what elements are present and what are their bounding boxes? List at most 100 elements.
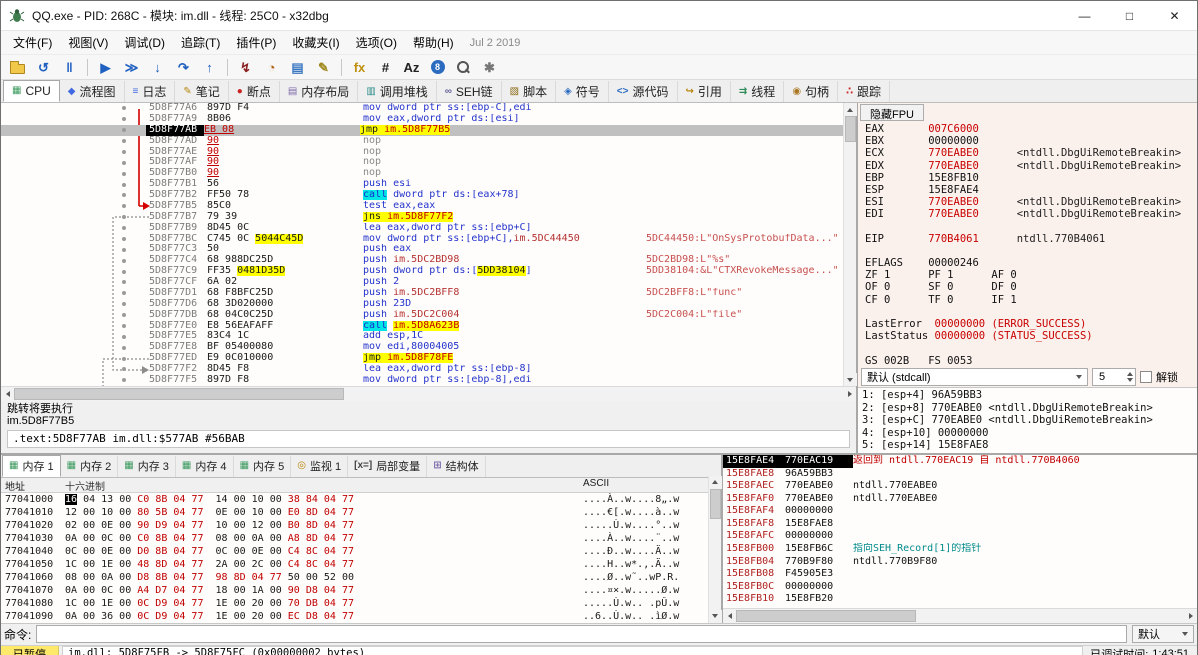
register-row[interactable]: EBP 15E8FB10 xyxy=(865,172,1197,184)
argument-row[interactable]: 4: [esp+10] 00000000 xyxy=(862,427,1193,440)
disassembly-row[interactable]: 5D8F77B1 56 push esi xyxy=(1,179,856,190)
tab-symbols[interactable]: ◈ 符号 xyxy=(556,81,609,102)
breakpoint-dot[interactable] xyxy=(122,302,126,307)
disassembly-horizontal-scrollbar[interactable] xyxy=(1,386,856,401)
stack-row[interactable]: 15E8FAF4 00000000 xyxy=(723,505,1197,518)
disassembly-row[interactable]: 5D8F77AD 90 nop xyxy=(1,136,856,147)
calling-convention-select[interactable]: 默认 (stdcall) xyxy=(861,368,1088,386)
tab-threads[interactable]: ⇉ 线程 xyxy=(731,81,785,102)
scroll-right-button[interactable] xyxy=(843,387,856,401)
trace-into-icon[interactable]: ↯ xyxy=(233,56,258,78)
dump-vertical-scrollbar[interactable] xyxy=(708,475,722,623)
patches-icon[interactable]: fx xyxy=(347,56,372,78)
disassembly-row[interactable]: 5D8F77B7 79 39 jns im.5D8F77F2 xyxy=(1,211,856,223)
disassembly-row[interactable]: 5D8F77C4 68 988DC25D push im.5DC2BD98 5DC2B… xyxy=(1,255,856,266)
hide-fpu-button[interactable]: 隐藏FPU xyxy=(860,104,924,121)
tab-watch-1[interactable]: ◎ 监视 1 xyxy=(291,455,349,477)
scroll-left-button[interactable] xyxy=(1,387,14,401)
unlock-checkbox[interactable] xyxy=(1140,371,1152,383)
register-row[interactable]: EFLAGS 00000246 xyxy=(865,257,1197,269)
tab-cpu[interactable]: ▦ CPU xyxy=(3,80,60,102)
dump-row[interactable]: 77041020 02 00 0E 00 90 D9 04 77 10 00 12… xyxy=(1,519,721,532)
attach-icon[interactable]: 8 xyxy=(425,56,450,78)
tab-memory-4[interactable]: ▦ 内存 4 xyxy=(176,455,234,477)
tab-log[interactable]: ≡ 日志 xyxy=(125,81,176,102)
tab-locals[interactable]: [x=] 局部变量 xyxy=(348,455,428,477)
breakpoint-dot[interactable] xyxy=(122,323,126,328)
register-row[interactable]: OF 0 SF 0 DF 0 xyxy=(865,281,1197,293)
breakpoint-dot[interactable] xyxy=(122,345,126,350)
dump-row[interactable]: 77041050 1C 00 1E 00 48 8D 04 77 2A 00 2C… xyxy=(1,558,721,571)
find-pattern-icon[interactable] xyxy=(451,56,476,78)
breakpoint-dot[interactable] xyxy=(122,106,126,111)
breakpoint-dot[interactable] xyxy=(122,313,126,318)
tab-struct[interactable]: ⊞ 结构体 xyxy=(427,455,486,477)
register-row[interactable]: CF 0 TF 0 IF 1 xyxy=(865,294,1197,306)
register-row[interactable]: ESI 770EABE0 <ntdll.DbgUiRemoteBreakin> xyxy=(865,196,1197,208)
disassembly-row[interactable]: 5D8F77C3 50 push eax xyxy=(1,244,856,255)
menu-item[interactable]: 追踪(T) xyxy=(173,31,228,54)
disassembly-row[interactable]: 5D8F77B5 85C0 test eax,eax xyxy=(1,201,856,212)
tab-memory-5[interactable]: ▦ 内存 5 xyxy=(234,455,292,477)
disassembly-row[interactable]: 5D8F77AE 90 nop xyxy=(1,147,856,158)
breakpoint-dot[interactable] xyxy=(122,128,126,133)
stack-row[interactable]: 15E8FB00 15E8FB6C 指向SEH_Record[1]的指针 xyxy=(723,543,1197,556)
argument-row[interactable]: 5: [esp+14] 15E8FAE8 xyxy=(862,439,1193,452)
spinner-buttons[interactable] xyxy=(1127,372,1133,382)
scroll-thumb[interactable] xyxy=(844,116,856,142)
breakpoint-dot[interactable] xyxy=(122,236,126,241)
dump-row[interactable]: 77041000 16 04 13 00 C0 8B 04 77 14 00 10… xyxy=(1,493,721,506)
scroll-down-button[interactable] xyxy=(708,609,722,623)
tab-graph[interactable]: ◆ 流程图 xyxy=(60,81,125,102)
scroll-thumb[interactable] xyxy=(709,488,721,519)
menu-item[interactable]: 视图(V) xyxy=(60,31,116,54)
dump-row[interactable]: 77041080 1C 00 1E 00 0C D9 04 77 1E 00 20… xyxy=(1,597,721,610)
disassembly-row[interactable]: 5D8F77DB 68 04C0C25D push im.5DC2C004 5DC2C… xyxy=(1,310,856,321)
stack-row[interactable]: 15E8FAF0 770EABE0 ntdll.770EABE0 xyxy=(723,493,1197,506)
menu-item[interactable]: 帮助(H) xyxy=(405,31,462,54)
register-row[interactable]: EDX 770EABE0 <ntdll.DbgUiRemoteBreakin> xyxy=(865,160,1197,172)
scroll-up-button[interactable] xyxy=(843,103,857,116)
unlock-checkbox-wrap[interactable]: 解锁 xyxy=(1140,369,1194,385)
close-button[interactable]: ✕ xyxy=(1152,1,1197,30)
title-bar[interactable]: QQ.exe - PID: 268C - 模块: im.dll - 线程: 25… xyxy=(1,1,1197,31)
breakpoint-dot[interactable] xyxy=(122,280,126,285)
breakpoint-dot[interactable] xyxy=(122,204,126,209)
step-into-icon[interactable]: ↓ xyxy=(145,56,170,78)
disassembly-row[interactable]: 5D8F77D6 68 3D020000 push 23D xyxy=(1,299,856,310)
tab-script[interactable]: ▧ 脚本 xyxy=(502,81,557,102)
disassembly-row[interactable]: 5D8F77A6 897D F4 mov dword ptr ss:[ebp-C],… xyxy=(1,103,856,114)
stack-row[interactable]: 15E8FB08 F45905E3 xyxy=(723,568,1197,581)
menu-item[interactable]: 调试(D) xyxy=(116,31,173,54)
tab-memory-3[interactable]: ▦ 内存 3 xyxy=(118,455,176,477)
menu-item[interactable]: 插件(P) xyxy=(228,31,284,54)
breakpoint-dot[interactable] xyxy=(122,160,126,165)
disassembly-vertical-scrollbar[interactable] xyxy=(843,103,857,386)
dump-row[interactable]: 77041070 0A 00 0C 00 A4 D7 04 77 18 00 1A… xyxy=(1,584,721,597)
disassembly-row[interactable]: 5D8F77B9 8D45 0C lea eax,dword ptr ss:[ebp… xyxy=(1,223,856,234)
tab-seh-chain[interactable]: ∞ SEH链 xyxy=(437,81,502,102)
stack-row[interactable]: 15E8FB04 770B9F80 ntdll.770B9F80 xyxy=(723,556,1197,569)
breakpoint-dot[interactable] xyxy=(122,247,126,252)
disassembly-row[interactable]: 5D8F77E0 E8 56EAFAFF call im.5D8A623B xyxy=(1,320,856,332)
strings-search-icon[interactable]: Az xyxy=(399,56,424,78)
breakpoint-dot[interactable] xyxy=(122,193,126,198)
disassembly-row[interactable]: 5D8F77AF 90 nop xyxy=(1,157,856,168)
menu-item[interactable]: 文件(F) xyxy=(5,31,60,54)
execute-till-return-icon[interactable]: ↑ xyxy=(197,56,222,78)
step-over-icon[interactable]: ↷ xyxy=(171,56,196,78)
register-row[interactable]: ESP 15E8FAE4 xyxy=(865,184,1197,196)
disassembly-row[interactable]: 5D8F77D1 68 F8BFC25D push im.5DC2BFF8 5DC2B… xyxy=(1,288,856,299)
dump-row[interactable]: 77041030 0A 00 0C 00 C0 8B 04 77 08 00 0A… xyxy=(1,532,721,545)
breakpoint-dot[interactable] xyxy=(122,269,126,274)
run-icon[interactable]: ▶ xyxy=(93,56,118,78)
dump-row[interactable]: 77041010 12 00 10 00 80 5B 04 77 0E 00 10… xyxy=(1,506,721,519)
dump-row[interactable]: 77041090 0A 00 36 00 0C D9 04 77 1E 00 20… xyxy=(1,610,721,623)
pause-icon[interactable]: ‖ xyxy=(57,56,82,78)
disassembly-row[interactable]: 5D8F77ED E9 0C010000 jmp im.5D8F78FE xyxy=(1,353,856,364)
tab-references[interactable]: ↪ 引用 xyxy=(678,81,731,102)
breakpoint-dot[interactable] xyxy=(122,149,126,154)
disassembly-row[interactable]: 5D8F77CF 6A 02 push 2 xyxy=(1,277,856,288)
stack-row[interactable]: 15E8FAE8 96A59BB3 xyxy=(723,468,1197,481)
run-to-user-code-icon[interactable]: ≫ xyxy=(119,56,144,78)
